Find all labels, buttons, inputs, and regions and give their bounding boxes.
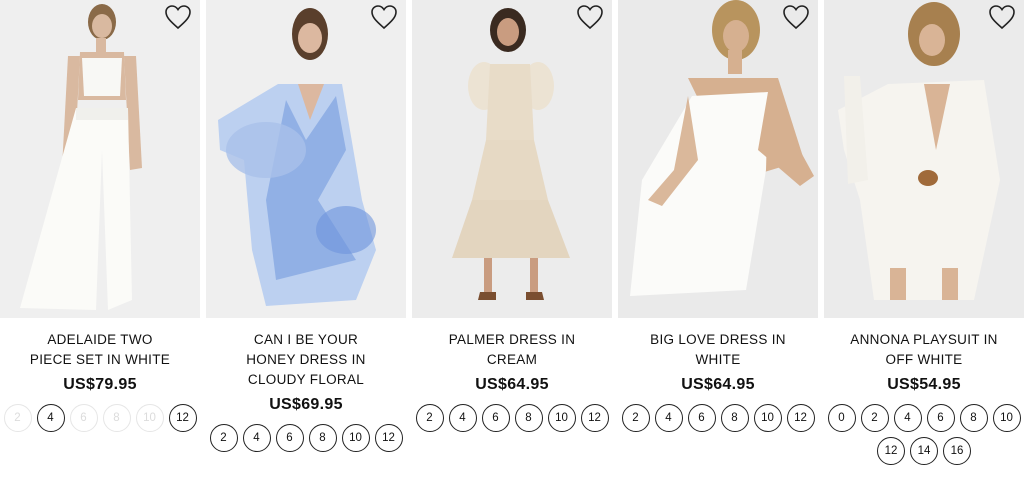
product-card[interactable]: BIG LOVE DRESS IN WHITE US$64.95 2 4 6 8…	[618, 0, 818, 465]
size-option[interactable]: 8	[308, 424, 337, 452]
size-option[interactable]: 4	[242, 424, 271, 452]
product-image[interactable]	[412, 0, 612, 318]
product-card[interactable]: ANNONA PLAYSUIT IN OFF WHITE US$54.95 0 …	[824, 0, 1024, 465]
size-option[interactable]: 16	[943, 437, 971, 465]
size-option[interactable]: 4	[448, 404, 477, 432]
size-option[interactable]: 2	[415, 404, 444, 432]
size-option[interactable]: 8	[720, 404, 749, 432]
size-options: 0 2 4 6 8 10 12 14 16	[824, 404, 1024, 465]
product-image[interactable]	[206, 0, 406, 318]
model-photo-floral-dress	[206, 0, 406, 318]
product-price: US$64.95	[475, 376, 549, 393]
product-name[interactable]: ANNONA PLAYSUIT IN OFF WHITE	[849, 330, 999, 370]
model-photo-two-piece-set	[0, 0, 200, 318]
size-option[interactable]: 10	[753, 404, 782, 432]
size-option[interactable]: 12	[877, 437, 905, 465]
wishlist-heart-icon[interactable]	[370, 4, 398, 30]
size-option[interactable]: 4	[893, 404, 922, 432]
size-option[interactable]: 8	[959, 404, 988, 432]
product-price: US$69.95	[269, 396, 343, 413]
wishlist-heart-icon[interactable]	[164, 4, 192, 30]
size-option[interactable]: 0	[827, 404, 856, 432]
size-option[interactable]: 12	[580, 404, 609, 432]
size-option[interactable]: 2	[860, 404, 889, 432]
product-image[interactable]	[0, 0, 200, 318]
size-option[interactable]: 12	[168, 404, 197, 432]
product-name[interactable]: PALMER DRESS IN CREAM	[437, 330, 587, 370]
product-price: US$79.95	[63, 376, 137, 393]
product-name[interactable]: CAN I BE YOUR HONEY DRESS IN CLOUDY FLOR…	[231, 330, 381, 390]
size-option[interactable]: 8	[514, 404, 543, 432]
size-option[interactable]: 8	[102, 404, 131, 432]
size-option[interactable]: 14	[910, 437, 938, 465]
size-option[interactable]: 2	[621, 404, 650, 432]
size-option[interactable]: 6	[481, 404, 510, 432]
product-image[interactable]	[618, 0, 818, 318]
product-price: US$54.95	[887, 376, 961, 393]
product-image[interactable]	[824, 0, 1024, 318]
size-option[interactable]: 4	[36, 404, 65, 432]
size-option[interactable]: 12	[374, 424, 403, 452]
size-option[interactable]: 10	[992, 404, 1021, 432]
product-name[interactable]: BIG LOVE DRESS IN WHITE	[643, 330, 793, 370]
size-option[interactable]: 12	[786, 404, 815, 432]
product-card[interactable]: ADELAIDE TWO PIECE SET IN WHITE US$79.95…	[0, 0, 200, 465]
size-option[interactable]: 6	[69, 404, 98, 432]
size-option[interactable]: 6	[926, 404, 955, 432]
wishlist-heart-icon[interactable]	[782, 4, 810, 30]
size-options: 2 4 6 8 10 12	[0, 404, 200, 432]
size-option[interactable]: 6	[275, 424, 304, 452]
product-price: US$64.95	[681, 376, 755, 393]
wishlist-heart-icon[interactable]	[576, 4, 604, 30]
product-name[interactable]: ADELAIDE TWO PIECE SET IN WHITE	[25, 330, 175, 370]
wishlist-heart-icon[interactable]	[988, 4, 1016, 30]
product-card[interactable]: PALMER DRESS IN CREAM US$64.95 2 4 6 8 1…	[412, 0, 612, 465]
size-option[interactable]: 10	[135, 404, 164, 432]
size-option[interactable]: 10	[341, 424, 370, 452]
product-card[interactable]: CAN I BE YOUR HONEY DRESS IN CLOUDY FLOR…	[206, 0, 406, 465]
size-option[interactable]: 10	[547, 404, 576, 432]
model-photo-cream-dress	[412, 0, 612, 318]
product-grid: ADELAIDE TWO PIECE SET IN WHITE US$79.95…	[0, 0, 1024, 465]
size-options: 2 4 6 8 10 12	[206, 424, 406, 452]
model-photo-playsuit	[824, 0, 1024, 318]
size-option[interactable]: 2	[3, 404, 32, 432]
size-options: 2 4 6 8 10 12	[618, 404, 818, 432]
size-options: 2 4 6 8 10 12	[412, 404, 612, 432]
size-option[interactable]: 6	[687, 404, 716, 432]
size-option[interactable]: 2	[209, 424, 238, 452]
size-option[interactable]: 4	[654, 404, 683, 432]
model-photo-white-dress	[618, 0, 818, 318]
